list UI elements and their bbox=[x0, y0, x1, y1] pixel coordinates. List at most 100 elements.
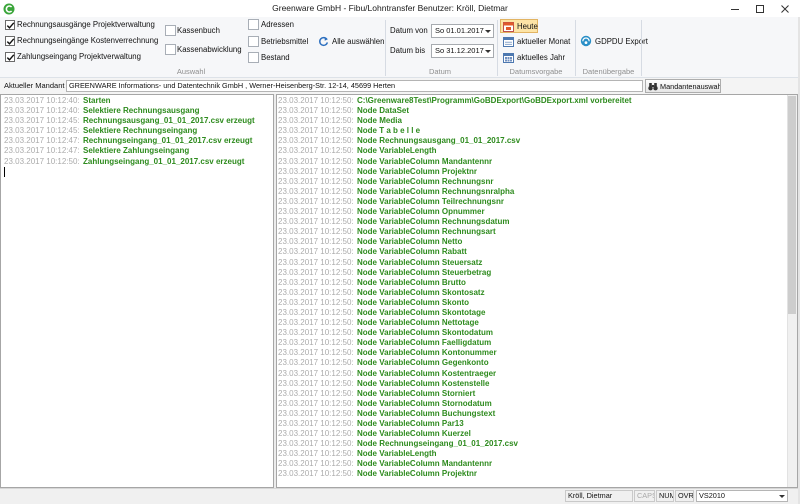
date-from-picker[interactable]: So 01.01.2017 bbox=[431, 24, 494, 38]
checkbox-label-kassenbuch[interactable]: Kassenbuch bbox=[177, 25, 220, 37]
log-row: 23.03.2017 10:12:40: Selektiere Rechnungs… bbox=[4, 106, 273, 116]
log-timestamp: 23.03.2017 10:12:50: bbox=[278, 227, 354, 237]
log-row: 23.03.2017 10:12:50: Node Rechnungseingan… bbox=[278, 439, 797, 449]
log-timestamp: 23.03.2017 10:12:50: bbox=[278, 166, 354, 176]
checkmark-icon bbox=[6, 22, 15, 29]
checkbox-rechnungseingaenge[interactable] bbox=[5, 36, 15, 46]
log-timestamp: 23.03.2017 10:12:50: bbox=[278, 257, 354, 267]
process-log-pane[interactable]: 23.03.2017 10:12:40: Starten 23.03.2017 10… bbox=[0, 94, 274, 488]
log-timestamp: 23.03.2017 10:12:50: bbox=[278, 146, 354, 156]
log-message: Node VariableColumn Mandantennr bbox=[357, 156, 493, 166]
checkmark-icon bbox=[6, 38, 15, 45]
checkbox-label-bestand[interactable]: Bestand bbox=[261, 52, 290, 64]
date-to-value: So 31.12.2017 bbox=[435, 46, 484, 55]
gdpdu-export-label: GDPDU Export bbox=[595, 36, 648, 46]
log-timestamp: 23.03.2017 10:12:50: bbox=[278, 207, 354, 217]
scrollbar-thumb[interactable] bbox=[788, 96, 796, 314]
close-button[interactable] bbox=[773, 0, 797, 17]
log-message: Node VariableColumn Faelligdatum bbox=[357, 338, 492, 348]
log-message: Node T a b e l l e bbox=[357, 126, 421, 136]
log-timestamp: 23.03.2017 10:12:45: bbox=[4, 126, 80, 136]
log-timestamp: 23.03.2017 10:12:50: bbox=[278, 459, 354, 469]
maximize-button[interactable] bbox=[748, 0, 772, 17]
checkbox-kassenbuch[interactable] bbox=[165, 25, 176, 36]
select-all-label: Alle auswählen bbox=[332, 36, 385, 46]
log-row: 23.03.2017 10:12:50: Node VariableColumn … bbox=[278, 278, 797, 288]
log-timestamp: 23.03.2017 10:12:50: bbox=[278, 328, 354, 338]
log-row: 23.03.2017 10:12:50: Node VariableColumn … bbox=[278, 157, 797, 167]
checkbox-label-rechnungseingaenge[interactable]: Rechnungseingänge Kostenverrechnung bbox=[17, 35, 158, 47]
log-timestamp: 23.03.2017 10:12:50: bbox=[278, 338, 354, 348]
checkbox-rechnungsausgaenge[interactable] bbox=[5, 20, 15, 30]
date-to-label: Datum bis bbox=[390, 46, 426, 55]
client-selection-button[interactable]: Mandantenauswahl bbox=[645, 79, 721, 93]
chevron-down-icon[interactable] bbox=[483, 45, 493, 57]
status-ovr: OVR bbox=[675, 490, 694, 502]
theme-value: VS2010 bbox=[699, 491, 725, 500]
checkbox-adressen[interactable] bbox=[248, 19, 259, 30]
group-label-auswahl: Auswahl bbox=[176, 67, 206, 76]
group-separator bbox=[641, 20, 642, 76]
select-all-button[interactable]: Alle auswählen bbox=[315, 34, 385, 48]
log-row: 23.03.2017 10:12:50: Node VariableColumn … bbox=[278, 399, 797, 409]
log-timestamp: 23.03.2017 10:12:50: bbox=[278, 439, 354, 449]
close-icon bbox=[781, 5, 789, 13]
gdpdu-export-button[interactable]: GDPDU Export bbox=[577, 34, 648, 48]
log-timestamp: 23.03.2017 10:12:50: bbox=[278, 176, 354, 186]
log-row: 23.03.2017 10:12:50: Node VariableColumn … bbox=[278, 288, 797, 298]
client-selection-label: Mandantenauswahl bbox=[660, 81, 721, 91]
checkbox-zahlungseingang[interactable] bbox=[5, 52, 15, 62]
log-row: 23.03.2017 10:12:50: Node VariableColumn … bbox=[278, 379, 797, 389]
minimize-button[interactable] bbox=[723, 0, 747, 17]
export-log-pane[interactable]: 23.03.2017 10:12:50: C:\Greenware8Test\Pr… bbox=[276, 94, 798, 488]
log-timestamp: 23.03.2017 10:12:50: bbox=[278, 287, 354, 297]
log-timestamp: 23.03.2017 10:12:50: bbox=[278, 318, 354, 328]
today-button[interactable]: Heute bbox=[500, 19, 538, 33]
log-row: 23.03.2017 10:12:50: Node VariableColumn … bbox=[278, 258, 797, 268]
checkbox-label-kassenabwicklung[interactable]: Kassenabwicklung bbox=[177, 44, 242, 56]
log-timestamp: 23.03.2017 10:12:50: bbox=[4, 156, 80, 166]
log-row: 23.03.2017 10:12:50: C:\Greenware8Test\Pr… bbox=[278, 96, 797, 106]
log-row: 23.03.2017 10:12:50: Node VariableColumn … bbox=[278, 459, 797, 469]
log-message: Node VariableColumn Kostenstelle bbox=[357, 378, 490, 388]
log-message: Node VariableColumn Storniert bbox=[357, 388, 476, 398]
log-row: 23.03.2017 10:12:50: Node Media bbox=[278, 116, 797, 126]
checkbox-label-rechnungsausgaenge[interactable]: Rechnungsausgänge Projektverwaltung bbox=[17, 19, 155, 31]
current-year-button[interactable]: aktuelles Jahr bbox=[500, 50, 572, 64]
log-message: Node VariableColumn Rechnungsnralpha bbox=[357, 186, 515, 196]
log-timestamp: 23.03.2017 10:12:50: bbox=[278, 247, 354, 257]
checkbox-bestand[interactable] bbox=[248, 52, 259, 63]
export-icon bbox=[580, 35, 592, 47]
log-row: 23.03.2017 10:12:50: Node VariableColumn … bbox=[278, 177, 797, 187]
chevron-down-icon[interactable] bbox=[777, 491, 787, 501]
current-client-label: Aktueller Mandant bbox=[4, 81, 65, 90]
checkbox-label-adressen[interactable]: Adressen bbox=[261, 19, 294, 31]
log-row: 23.03.2017 10:12:50: Node VariableLength bbox=[278, 449, 797, 459]
log-row: 23.03.2017 10:12:47: Rechnungseingang_01_… bbox=[4, 136, 273, 146]
log-message: Node Rechnungseingang_01_01_2017.csv bbox=[357, 439, 518, 449]
log-message: Node VariableColumn Rabatt bbox=[357, 247, 467, 257]
current-client-field[interactable]: GREENWARE Informations- und Datentechnik… bbox=[66, 80, 643, 92]
theme-select[interactable]: VS2010 bbox=[696, 490, 788, 502]
log-row: 23.03.2017 10:12:50: Node VariableColumn … bbox=[278, 217, 797, 227]
log-timestamp: 23.03.2017 10:12:50: bbox=[278, 217, 354, 227]
log-row: 23.03.2017 10:12:50: Node VariableColumn … bbox=[278, 328, 797, 338]
log-timestamp: 23.03.2017 10:12:50: bbox=[278, 106, 354, 116]
date-to-picker[interactable]: So 31.12.2017 bbox=[431, 44, 494, 58]
log-timestamp: 23.03.2017 10:12:50: bbox=[278, 388, 354, 398]
app-icon[interactable] bbox=[3, 3, 15, 15]
checkmark-icon bbox=[6, 54, 15, 61]
current-month-button[interactable]: aktueller Monat bbox=[500, 34, 572, 48]
log-message: Node Media bbox=[357, 116, 402, 126]
checkbox-label-zahlungseingang[interactable]: Zahlungseingang Projektverwaltung bbox=[17, 51, 141, 63]
log-timestamp: 23.03.2017 10:12:50: bbox=[278, 277, 354, 287]
log-row: 23.03.2017 10:12:50: Node T a b e l l e bbox=[278, 126, 797, 136]
checkbox-betriebsmittel[interactable] bbox=[248, 36, 259, 47]
binoculars-icon bbox=[648, 82, 658, 90]
checkbox-kassenabwicklung[interactable] bbox=[165, 44, 176, 55]
log-message: Node DataSet bbox=[357, 106, 410, 116]
chevron-down-icon[interactable] bbox=[483, 25, 493, 37]
refresh-icon bbox=[319, 36, 329, 46]
checkbox-label-betriebsmittel[interactable]: Betriebsmittel bbox=[261, 36, 308, 48]
log-message: Node VariableColumn Netto bbox=[357, 237, 463, 247]
